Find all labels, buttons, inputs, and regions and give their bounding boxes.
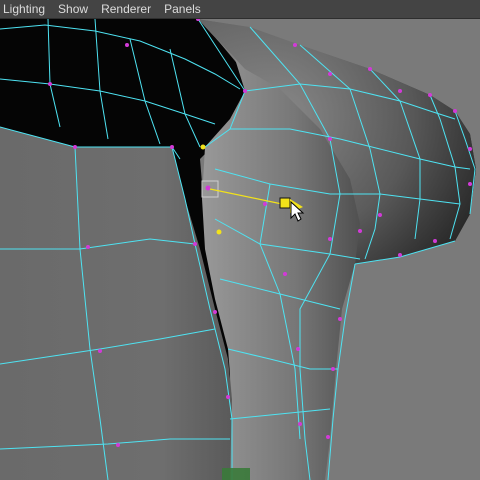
menu-show[interactable]: Show: [52, 0, 95, 19]
viewport-panel: Lighting Show Renderer Panels: [0, 0, 480, 480]
axis-marker: [222, 468, 250, 480]
menu-lighting[interactable]: Lighting: [0, 0, 52, 19]
panel-menubar: Lighting Show Renderer Panels: [0, 0, 480, 19]
menu-panels[interactable]: Panels: [158, 0, 208, 19]
menu-renderer[interactable]: Renderer: [95, 0, 158, 19]
3d-viewport[interactable]: [0, 19, 480, 480]
